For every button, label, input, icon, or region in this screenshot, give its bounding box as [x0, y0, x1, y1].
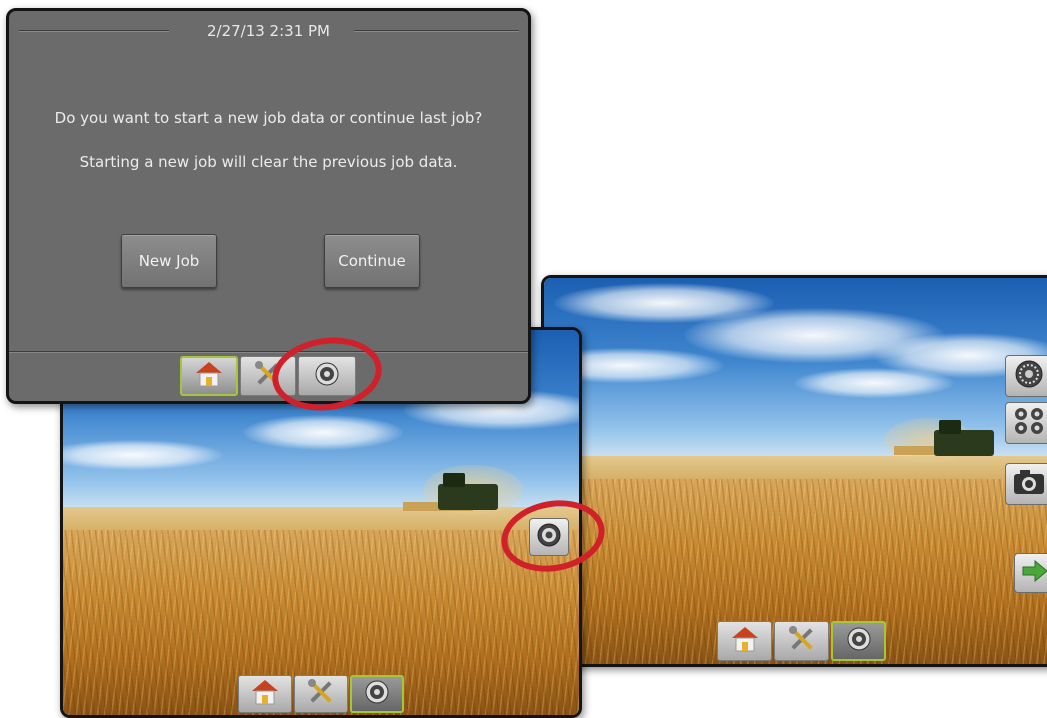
- combine-harvester-image: [403, 465, 523, 520]
- guidance-taskbar-button[interactable]: [831, 621, 886, 661]
- dialog-warning: Starting a new job will clear the previo…: [79, 153, 458, 171]
- guidance-camera-side-button[interactable]: [1005, 355, 1047, 397]
- right-home-screen: [541, 275, 1047, 667]
- new-job-button[interactable]: New Job: [121, 234, 217, 288]
- home-icon: [250, 678, 280, 710]
- taskbar: [717, 621, 886, 661]
- dual-camera-side-button[interactable]: [1005, 402, 1047, 444]
- dialog-divider: [9, 351, 528, 353]
- guidance-camera-icon: [846, 626, 872, 656]
- job-dialog-screen: 2/27/13 2:31 PM Do you want to start a n…: [6, 8, 531, 404]
- tools-taskbar-button[interactable]: [774, 621, 829, 661]
- taskbar: [238, 675, 404, 713]
- guidance-camera-icon: [1014, 359, 1044, 393]
- continue-button[interactable]: Continue: [324, 234, 420, 288]
- combine-harvester-image: [884, 418, 1004, 468]
- home-taskbar-button[interactable]: [717, 621, 772, 661]
- camera-icon: [1012, 468, 1046, 500]
- guidance-camera-icon: [364, 679, 390, 709]
- dual-camera-icon: [1012, 406, 1046, 440]
- tools-icon: [787, 624, 817, 658]
- dialog-question: Do you want to start a new job data or c…: [54, 109, 483, 127]
- next-side-button[interactable]: [1014, 553, 1047, 593]
- home-icon: [730, 625, 760, 657]
- guidance-taskbar-button[interactable]: [350, 675, 404, 713]
- tools-icon: [306, 677, 336, 711]
- dialog-timestamp: 2/27/13 2:31 PM: [196, 22, 341, 40]
- tools-taskbar-button[interactable]: [294, 675, 348, 713]
- next-arrow-icon: [1021, 559, 1047, 587]
- field-background: [544, 278, 1047, 664]
- home-icon: [194, 360, 224, 392]
- home-taskbar-button[interactable]: [238, 675, 292, 713]
- camera-side-button[interactable]: [1005, 463, 1047, 505]
- home-taskbar-button[interactable]: [180, 356, 238, 396]
- dialog-header: 2/27/13 2:31 PM: [9, 11, 528, 51]
